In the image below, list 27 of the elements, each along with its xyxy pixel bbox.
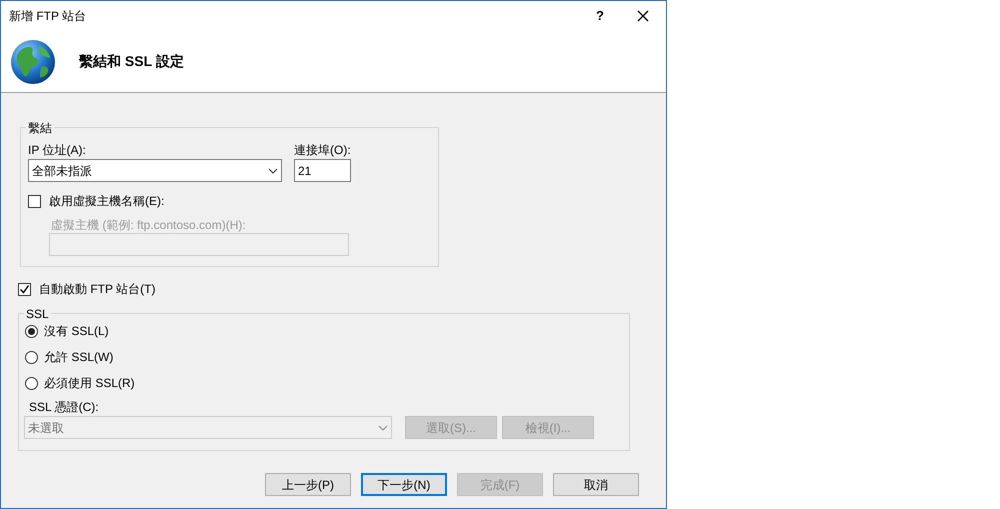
radio-button[interactable] xyxy=(25,376,38,390)
page-heading: 繫結和 SSL 設定 xyxy=(79,52,184,71)
field-label: SSL 憑證(C): xyxy=(29,399,99,416)
radio-label: 必須使用 SSL(R) xyxy=(44,375,135,392)
globe-icon xyxy=(9,38,57,86)
radio-button[interactable] xyxy=(25,324,38,338)
field-label: 虛擬主機 (範例: ftp.contoso.com)(H): xyxy=(51,217,247,232)
help-button[interactable]: ? xyxy=(580,1,620,31)
group-legend: 繫結 xyxy=(26,119,54,137)
dialog-button[interactable]: 上一步(P) xyxy=(265,473,351,496)
checkbox-label: 自動啟動 FTP 站台(T) xyxy=(39,281,156,298)
checkbox-label: 啟用虛擬主機名稱(E): xyxy=(49,193,164,210)
field-label: 連接埠(O): xyxy=(294,142,351,159)
radio-label: 沒有 SSL(L) xyxy=(44,323,109,340)
chevron-icon xyxy=(268,168,278,174)
checkbox[interactable] xyxy=(28,194,41,208)
chevron-icon xyxy=(378,424,388,430)
field-label: IP 位址(A): xyxy=(28,142,87,159)
radio-button[interactable] xyxy=(25,350,38,364)
ip-address-dropdown[interactable]: 全部未指派 xyxy=(28,159,282,182)
checkbox[interactable] xyxy=(18,282,31,296)
dialog-button[interactable]: 取消 xyxy=(553,473,639,496)
window-title: 新增 FTP 站台 xyxy=(9,8,86,25)
port-field[interactable]: 21 xyxy=(294,159,351,182)
dialog-button[interactable]: 下一步(N) xyxy=(361,473,447,496)
radio-label: 允許 SSL(W) xyxy=(44,349,114,366)
close-icon xyxy=(637,10,649,22)
